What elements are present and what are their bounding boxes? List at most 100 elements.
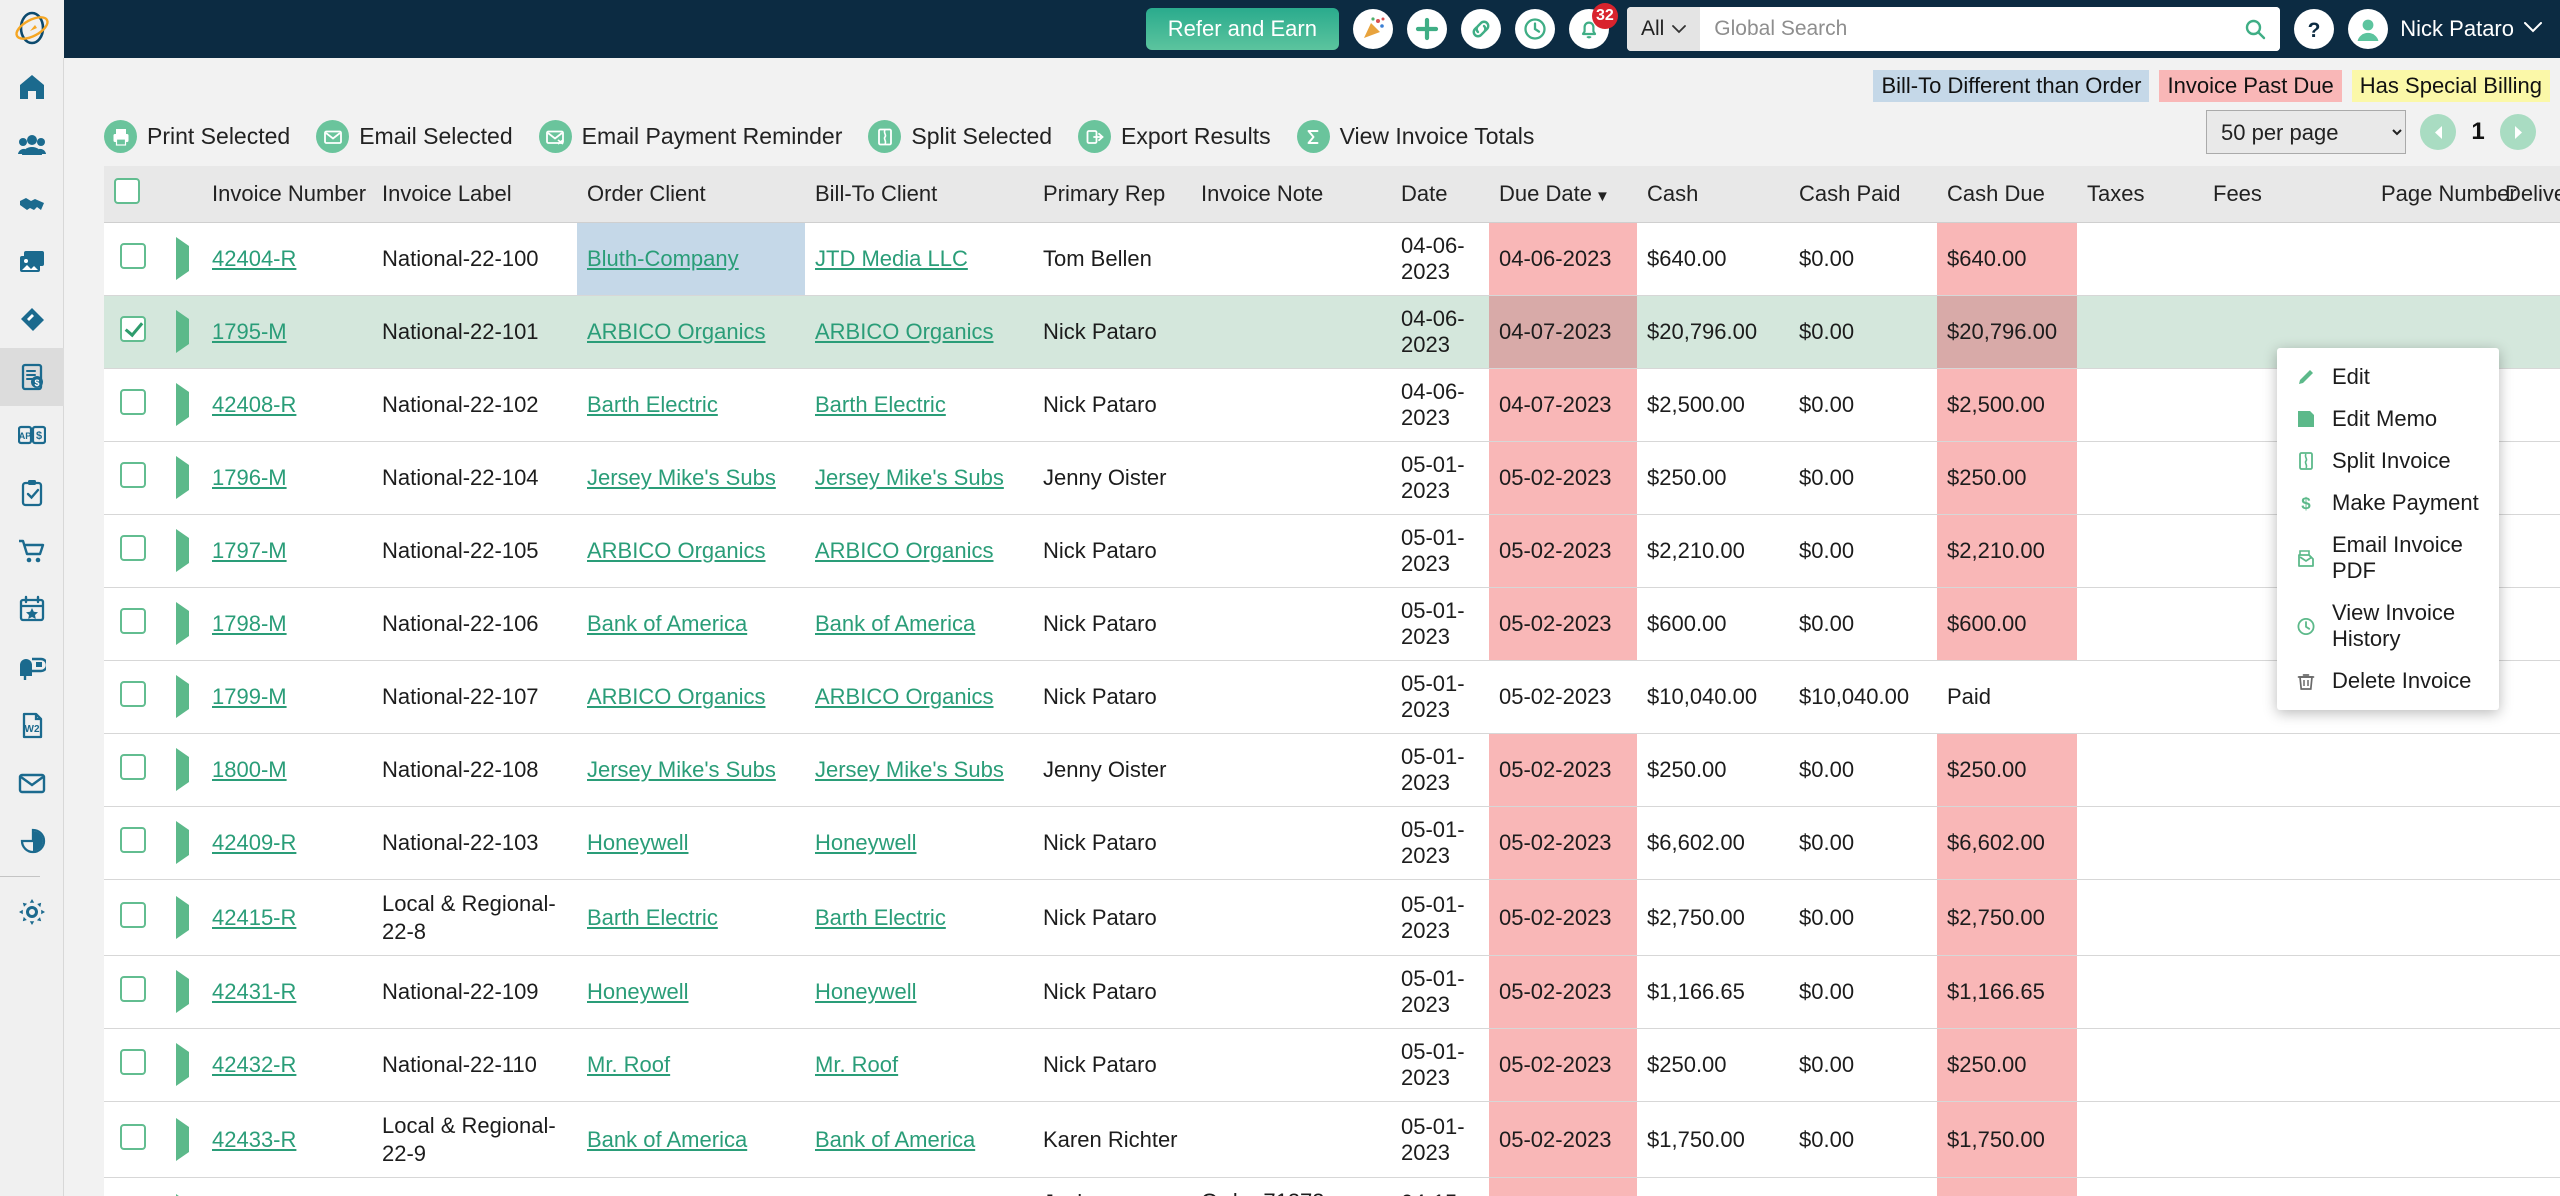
order-client-cell[interactable]: Barth Electric — [577, 368, 805, 442]
table-row[interactable]: 42404-R National-22-100 Bluth-Company JTD M… — [104, 222, 2560, 296]
bill_to_client[interactable]: Bank of America — [815, 1127, 975, 1152]
print-selected-action[interactable]: Print Selected — [104, 120, 290, 153]
chevron-right-icon[interactable] — [175, 237, 189, 280]
bill-to-client-cell[interactable]: Honeywell — [805, 955, 1033, 1029]
sidebar-item-settings[interactable] — [0, 883, 64, 941]
context-menu-item-edit-memo[interactable]: Edit Memo — [2277, 398, 2499, 440]
bill_to_client[interactable]: Barth Electric — [815, 392, 946, 417]
chevron-down-icon[interactable] — [2524, 20, 2542, 38]
bill_to_client[interactable]: Honeywell — [815, 979, 917, 1004]
sidebar-item-ap-ar[interactable]: AP $ — [0, 406, 64, 464]
sidebar-item-contacts[interactable] — [0, 116, 64, 174]
table-row[interactable]: 1800-M National-22-108 Jersey Mike's Subs J… — [104, 733, 2560, 807]
column-header-taxes[interactable]: Taxes — [2077, 166, 2203, 223]
column-header-bill-to-client[interactable]: Bill-To Client — [805, 166, 1033, 223]
celebrate-icon[interactable] — [1352, 9, 1393, 49]
email-payment-reminder-action[interactable]: Email Payment Reminder — [538, 120, 842, 153]
order_client[interactable]: ARBICO Organics — [587, 538, 766, 563]
row-expand-cell[interactable] — [162, 1028, 202, 1102]
row-expand-cell[interactable] — [162, 733, 202, 807]
column-header-due-date[interactable]: Due Date ▼ — [1489, 166, 1637, 223]
order-client-cell[interactable]: Bluth-Company — [577, 222, 805, 296]
invoice-number-cell[interactable]: 42408-R — [202, 368, 372, 442]
bill_to_client[interactable]: ARBICO Organics — [815, 684, 994, 709]
order_client[interactable]: ARBICO Organics — [587, 684, 766, 709]
row-checkbox[interactable] — [120, 681, 146, 707]
bill-to-client-cell[interactable]: Honeywell — [805, 806, 1033, 880]
order_client[interactable]: Honeywell — [587, 979, 689, 1004]
invoice-number-cell[interactable]: 1796-M — [202, 441, 372, 515]
chevron-right-icon[interactable] — [175, 456, 189, 499]
select-all-checkbox[interactable] — [114, 178, 140, 204]
row-expand-cell[interactable] — [162, 587, 202, 661]
avatar[interactable] — [2348, 9, 2389, 49]
invoice_number[interactable]: 1800-M — [212, 757, 287, 782]
order-client-cell[interactable]: ARBICO Organics — [577, 295, 805, 369]
row-select-cell[interactable] — [104, 441, 162, 515]
invoice-number-cell[interactable]: 1773-M — [202, 1177, 372, 1196]
context-menu-item-edit[interactable]: Edit — [2277, 356, 2499, 398]
row-checkbox[interactable] — [120, 901, 146, 928]
invoice-number-cell[interactable]: 1799-M — [202, 660, 372, 734]
order-client-cell[interactable]: Bank of America — [577, 1101, 805, 1178]
invoice-number-cell[interactable]: 42433-R — [202, 1101, 372, 1178]
row-select-cell[interactable] — [104, 733, 162, 807]
invoice-number-cell[interactable]: 42431-R — [202, 955, 372, 1029]
table-row[interactable]: 42409-R National-22-103 Honeywell Honeywell… — [104, 806, 2560, 880]
table-row[interactable]: 42408-R National-22-102 Barth Electric Bart… — [104, 368, 2560, 442]
bill-to-client-cell[interactable]: Bank of America — [805, 587, 1033, 661]
column-header-delivered[interactable]: Delivered — [2495, 166, 2560, 223]
row-select-cell[interactable] — [104, 514, 162, 588]
row-expand-cell[interactable] — [162, 806, 202, 880]
refer-and-earn-button[interactable]: Refer and Earn — [1145, 8, 1339, 50]
invoice_number[interactable]: 42404-R — [212, 246, 296, 271]
bill_to_client[interactable]: Jersey Mike's Subs — [815, 757, 1004, 782]
invoice-number-cell[interactable]: 42432-R — [202, 1028, 372, 1102]
order-client-cell[interactable]: Honeywell — [577, 806, 805, 880]
invoice_number[interactable]: 1798-M — [212, 611, 287, 636]
order-client-cell[interactable]: Jersey Mike's Subs — [577, 733, 805, 807]
table-row[interactable]: 42415-R Local & Regional-22-8 Barth Electr… — [104, 879, 2560, 956]
invoice_number[interactable]: 1799-M — [212, 684, 287, 709]
prev-page-button[interactable] — [2420, 114, 2456, 150]
bill_to_client[interactable]: JTD Media LLC — [815, 246, 968, 271]
bill-to-client-cell[interactable]: Jersey Mike's Subs — [805, 733, 1033, 807]
email-selected-action[interactable]: Email Selected — [316, 120, 513, 153]
row-checkbox[interactable] — [120, 754, 146, 780]
row-checkbox[interactable] — [120, 976, 146, 1002]
row-select-cell[interactable] — [104, 879, 162, 956]
invoice-number-cell[interactable]: 1795-M — [202, 295, 372, 369]
next-page-button[interactable] — [2500, 114, 2536, 150]
invoice-number-cell[interactable]: 42409-R — [202, 806, 372, 880]
row-checkbox[interactable] — [120, 462, 146, 488]
column-header-cash[interactable]: Cash — [1637, 166, 1789, 223]
invoice_number[interactable]: 1797-M — [212, 538, 287, 563]
bill_to_client[interactable]: Jersey Mike's Subs — [815, 465, 1004, 490]
bill-to-client-cell[interactable]: JTD Media LLC — [805, 222, 1033, 296]
table-row[interactable]: 1797-M National-22-105 ARBICO Organics ARBI… — [104, 514, 2560, 588]
order-client-cell[interactable]: Budget Blinds — [577, 1177, 805, 1196]
row-checkbox[interactable] — [120, 316, 146, 342]
sidebar-item-purchasing[interactable] — [0, 522, 64, 580]
row-expand-cell[interactable] — [162, 1101, 202, 1178]
row-select-cell[interactable] — [104, 955, 162, 1029]
column-header-cash-paid[interactable]: Cash Paid — [1789, 166, 1937, 223]
bill-to-client-cell[interactable]: ARBICO Organics — [805, 660, 1033, 734]
bill-to-client-cell[interactable]: Budget Blinds — [805, 1177, 1033, 1196]
chevron-right-icon[interactable] — [175, 821, 189, 864]
column-header-invoice-number[interactable]: Invoice Number — [202, 166, 372, 223]
context-menu-item-make-payment[interactable]: $ Make Payment — [2277, 482, 2499, 524]
sidebar-item-events[interactable] — [0, 580, 64, 638]
table-row[interactable]: 42433-R Local & Regional-22-9 Bank of Amer… — [104, 1101, 2560, 1178]
order_client[interactable]: Barth Electric — [587, 392, 718, 417]
history-icon[interactable] — [1514, 9, 1555, 49]
table-row[interactable]: 1795-M National-22-101 ARBICO Organics ARBI… — [104, 295, 2560, 369]
chevron-right-icon[interactable] — [175, 895, 189, 939]
order-client-cell[interactable]: Barth Electric — [577, 879, 805, 956]
invoice_number[interactable]: 1795-M — [212, 319, 287, 344]
per-page-select[interactable]: 25 per page50 per page100 per page — [2206, 110, 2406, 154]
row-expand-cell[interactable] — [162, 441, 202, 515]
bill_to_client[interactable]: Mr. Roof — [815, 1052, 898, 1077]
table-row[interactable]: 1798-M National-22-106 Bank of America Bank… — [104, 587, 2560, 661]
table-row[interactable]: 42432-R National-22-110 Mr. Roof Mr. Roof Ni… — [104, 1028, 2560, 1102]
